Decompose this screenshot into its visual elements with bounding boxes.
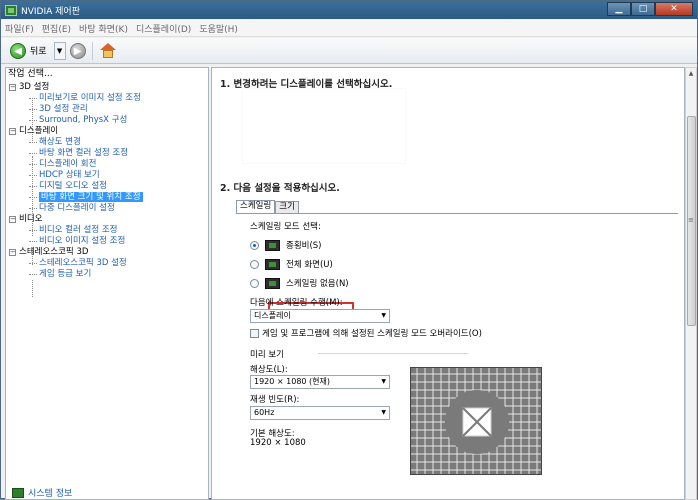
back-label: 뒤로 — [30, 47, 47, 57]
toolbar: ◀ 뒤로 ▼ ▶ — [1, 38, 697, 64]
tree-category-stereo3d[interactable]: − 스테레오스코픽 3D — [9, 247, 207, 258]
tab-scaling[interactable]: 스케일링 — [236, 200, 276, 213]
tree-item[interactable]: 스테레오스코픽 3D 설정 — [9, 258, 207, 269]
radio-button[interactable] — [250, 240, 259, 250]
tree-category-video[interactable]: − 비디오 — [9, 214, 207, 225]
collapse-icon[interactable]: − — [9, 84, 16, 91]
tree-item-selected[interactable]: 바탕 화면 크기 및 위치 조정 — [9, 192, 207, 203]
tree-item[interactable]: 비디오 이미지 설정 조정 — [9, 236, 207, 247]
menu-display[interactable]: 디스플레이(D) — [136, 22, 191, 35]
radio-button[interactable] — [250, 278, 259, 288]
scroll-up-icon[interactable]: ▲ — [686, 68, 696, 80]
window-title: NVIDIA 제어판 — [21, 6, 80, 17]
history-dropdown-button[interactable]: ▼ — [53, 41, 66, 60]
system-info-label: 시스템 정보 — [28, 489, 73, 499]
perform-scaling-on-select[interactable]: 디스플레이 ▼ — [250, 309, 390, 323]
forward-arrow-icon[interactable]: ▶ — [69, 42, 86, 59]
task-pane-header: 작업 선택... — [8, 69, 53, 79]
resolution-select[interactable]: 1920 × 1080 (현재) ▼ — [250, 375, 390, 389]
maximize-button[interactable]: □ — [631, 2, 655, 16]
tree-item[interactable]: Surround, PhysX 구성 — [9, 115, 207, 126]
radio-no-scaling[interactable]: 스케일링 없음(N) — [250, 277, 349, 289]
chevron-down-icon: ▼ — [381, 378, 386, 385]
preview-label: 미리 보기 — [250, 350, 284, 360]
radio-button[interactable] — [250, 259, 259, 269]
monitor-icon — [265, 258, 280, 270]
tree-item[interactable]: 해상도 변경 — [9, 137, 207, 148]
refresh-rate-label: 재생 빈도(R): — [250, 395, 300, 405]
tree-item[interactable]: 디지털 오디오 설정 — [9, 181, 207, 192]
step2-heading: 2. 다음 설정을 적용하십시오. — [220, 183, 340, 194]
back-button[interactable]: ◀ 뒤로 — [7, 41, 52, 61]
radio-aspect-ratio[interactable]: 종횡비(S) — [250, 239, 322, 251]
menu-bar: 파일(F) 편집(E) 바탕 화면(K) 디스플레이(D) 도움말(H) — [1, 20, 697, 37]
nvidia-app-icon — [5, 4, 17, 16]
content-scrollbar[interactable]: ▲ ≡ — [685, 67, 697, 500]
toolbar-separator — [91, 41, 93, 60]
system-info-icon — [12, 487, 24, 498]
refresh-rate-select[interactable]: 60Hz ▼ — [250, 406, 390, 420]
tree-item[interactable]: 디스플레이 회전 — [9, 159, 207, 170]
tree-item[interactable]: HDCP 상태 보기 — [9, 170, 207, 181]
task-tree: −3D 설정 미리보기로 이미지 설정 조정 3D 설정 관리 Surround… — [9, 82, 207, 297]
scaling-preview-image — [410, 367, 542, 475]
native-resolution-value: 1920 × 1080 — [250, 438, 306, 448]
override-checkbox[interactable] — [250, 328, 259, 338]
override-label: 게임 및 프로그램에 의해 설정된 스케일링 모드 오버라이드(O) — [262, 329, 482, 339]
menu-file[interactable]: 파일(F) — [5, 22, 34, 35]
back-arrow-icon: ◀ — [10, 42, 26, 59]
minimize-button[interactable]: ▁ — [607, 2, 631, 16]
tree-item[interactable]: 다중 디스플레이 설정 — [9, 203, 207, 214]
tree-category-3d[interactable]: −3D 설정 — [9, 82, 207, 93]
nvidia-control-panel-window: NVIDIA 제어판 ▁ □ ✕ 파일(F) 편집(E) 바탕 화면(K) 디스… — [0, 0, 698, 500]
title-bar[interactable]: NVIDIA 제어판 ▁ □ ✕ — [1, 1, 697, 19]
display-selector[interactable] — [242, 88, 406, 164]
task-selection-pane: 작업 선택... −3D 설정 미리보기로 이미지 설정 조정 3D 설정 관리… — [5, 67, 209, 500]
chevron-down-icon: ▼ — [381, 312, 386, 319]
menu-desktop[interactable]: 바탕 화면(K) — [79, 22, 128, 35]
monitor-icon — [265, 239, 280, 251]
content-pane: 1. 변경하려는 디스플레이를 선택하십시오. 2. 다음 설정을 적용하십시오… — [211, 67, 685, 500]
tree-item[interactable]: 미리보기로 이미지 설정 조정 — [9, 93, 207, 104]
perform-scaling-on-label: 다음에 스케일링 수행(M): — [250, 298, 343, 308]
collapse-icon[interactable]: − — [9, 249, 16, 256]
collapse-icon[interactable]: − — [9, 128, 16, 135]
collapse-icon[interactable]: − — [9, 216, 16, 223]
monitor-icon — [265, 277, 280, 289]
tree-item[interactable]: 3D 설정 관리 — [9, 104, 207, 115]
menu-edit[interactable]: 편집(E) — [42, 22, 71, 35]
system-info-link[interactable]: 시스템 정보 — [12, 486, 72, 499]
close-button[interactable]: ✕ — [655, 2, 693, 16]
chevron-down-icon: ▼ — [381, 409, 386, 416]
preview-divider — [318, 353, 468, 354]
override-checkbox-row[interactable]: 게임 및 프로그램에 의해 설정된 스케일링 모드 오버라이드(O) — [250, 327, 482, 339]
window-controls: ▁ □ ✕ — [607, 2, 693, 16]
preview-test-pattern — [411, 368, 541, 474]
tree-item[interactable]: 비디오 컬러 설정 조정 — [9, 225, 207, 236]
scaling-mode-label: 스케일링 모드 선택: — [250, 222, 321, 232]
tab-size[interactable]: 크기 — [275, 201, 299, 213]
menu-help[interactable]: 도움말(H) — [199, 22, 238, 35]
scaling-tab-panel: 스케일링 모드 선택: 종횡비(S) 전체 화면(U) 스케일링 없음(N) 다… — [236, 213, 678, 499]
tree-item[interactable]: 게임 등급 보기 — [9, 269, 207, 280]
home-icon[interactable] — [99, 42, 117, 60]
resolution-label: 해상도(L): — [250, 365, 288, 375]
scroll-grip-icon: ≡ — [688, 216, 694, 224]
radio-full-screen[interactable]: 전체 화면(U) — [250, 258, 333, 270]
tree-category-display[interactable]: − 디스플레이 — [9, 126, 207, 137]
tree-item[interactable]: 바탕 화면 컬러 설정 조정 — [9, 148, 207, 159]
